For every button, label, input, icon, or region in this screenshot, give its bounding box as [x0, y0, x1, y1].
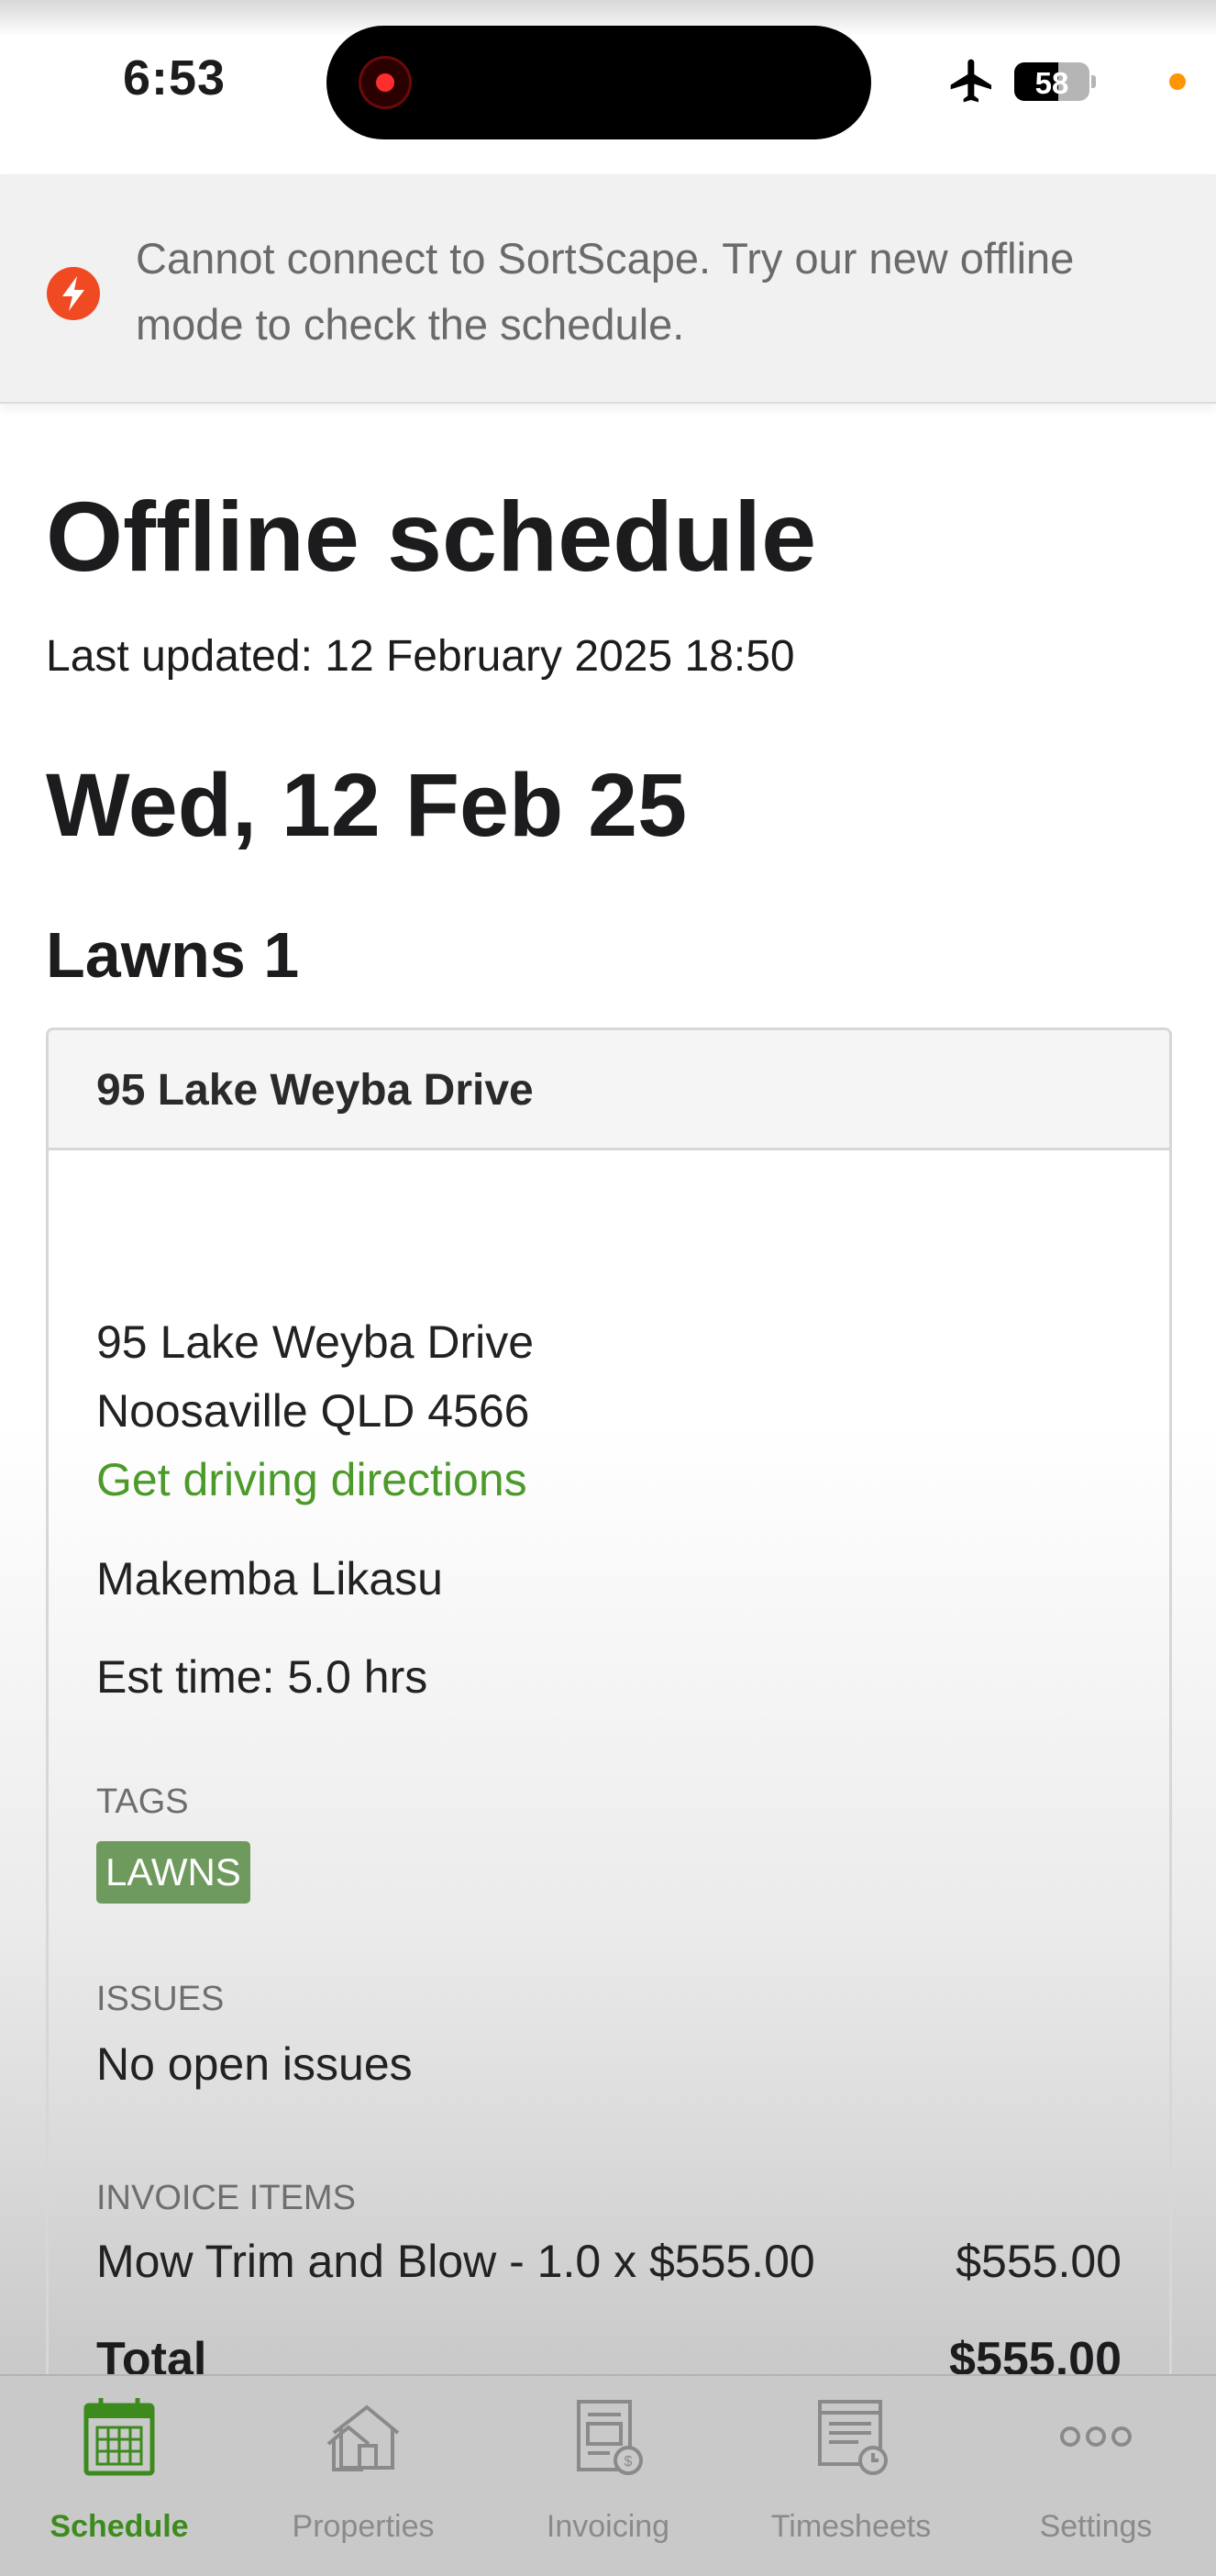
tab-settings[interactable]: Settings	[986, 2376, 1206, 2576]
tab-label-invoicing: Invoicing	[546, 2509, 670, 2544]
tab-label-timesheets: Timesheets	[770, 2509, 932, 2544]
invoice-icon: $	[577, 2400, 643, 2475]
recording-indicator-icon	[359, 56, 412, 109]
job-card: 95 Lake Weyba Drive 95 Lake Weyba Drive …	[46, 1027, 1172, 2576]
tags-label: TAGS	[96, 1782, 189, 1821]
status-time: 6:53	[123, 50, 227, 105]
address-line-2: Noosaville QLD 4566	[96, 1385, 530, 1437]
tab-bar: Schedule Properties $ Invoicing Timeshee…	[0, 2374, 1216, 2576]
job-card-header[interactable]: 95 Lake Weyba Drive	[49, 1030, 1169, 1150]
airplane-icon	[950, 59, 991, 103]
group-heading: Lawns 1	[46, 919, 300, 991]
estimated-time: Est time: 5.0 hrs	[96, 1651, 428, 1703]
last-updated-text: Last updated: 12 February 2025 18:50	[46, 632, 795, 681]
driving-directions-link[interactable]: Get driving directions	[96, 1450, 527, 1509]
offline-banner[interactable]: Cannot connect to SortScape. Try our new…	[0, 174, 1216, 404]
invoice-item-description: Mow Trim and Blow - 1.0 x $555.00	[96, 2236, 815, 2287]
invoice-item-row: Mow Trim and Blow - 1.0 x $555.00 $555.0…	[96, 2232, 1122, 2291]
tab-properties[interactable]: Properties	[253, 2376, 473, 2576]
tab-invoicing[interactable]: $ Invoicing	[498, 2376, 718, 2576]
job-title: 95 Lake Weyba Drive	[96, 1066, 534, 1115]
battery-cap	[1091, 75, 1096, 88]
tab-schedule[interactable]: Schedule	[9, 2376, 229, 2576]
status-bar: 6:53 58	[0, 0, 1216, 174]
lightning-bolt-icon	[47, 267, 100, 320]
battery-percentage: 58	[1034, 66, 1069, 100]
house-icon	[326, 2404, 400, 2471]
invoice-item-amount: $555.00	[956, 2236, 1122, 2287]
page-title: Offline schedule	[46, 481, 817, 592]
client-name: Makemba Likasu	[96, 1553, 443, 1604]
tab-label-properties: Properties	[292, 2509, 435, 2544]
address-line-1: 95 Lake Weyba Drive	[96, 1316, 535, 1368]
more-dots-icon	[1060, 2426, 1132, 2447]
dynamic-island	[326, 26, 871, 139]
svg-text:$: $	[625, 2454, 633, 2470]
tab-label-schedule: Schedule	[50, 2509, 189, 2544]
battery-icon: 58	[1014, 62, 1089, 101]
tab-timesheets[interactable]: Timesheets	[741, 2376, 961, 2576]
tab-label-settings: Settings	[1039, 2509, 1153, 2544]
invoice-items-label: INVOICE ITEMS	[96, 2179, 356, 2217]
banner-message: Cannot connect to SortScape. Try our new…	[136, 234, 1075, 349]
day-heading: Wed, 12 Feb 25	[46, 755, 688, 855]
timesheet-icon	[818, 2400, 888, 2475]
privacy-indicator-icon	[1169, 73, 1186, 90]
issues-label: ISSUES	[96, 1980, 225, 2018]
issues-value: No open issues	[96, 2038, 413, 2090]
tag-badge: LAWNS	[96, 1841, 250, 1904]
calendar-icon	[83, 2398, 155, 2476]
